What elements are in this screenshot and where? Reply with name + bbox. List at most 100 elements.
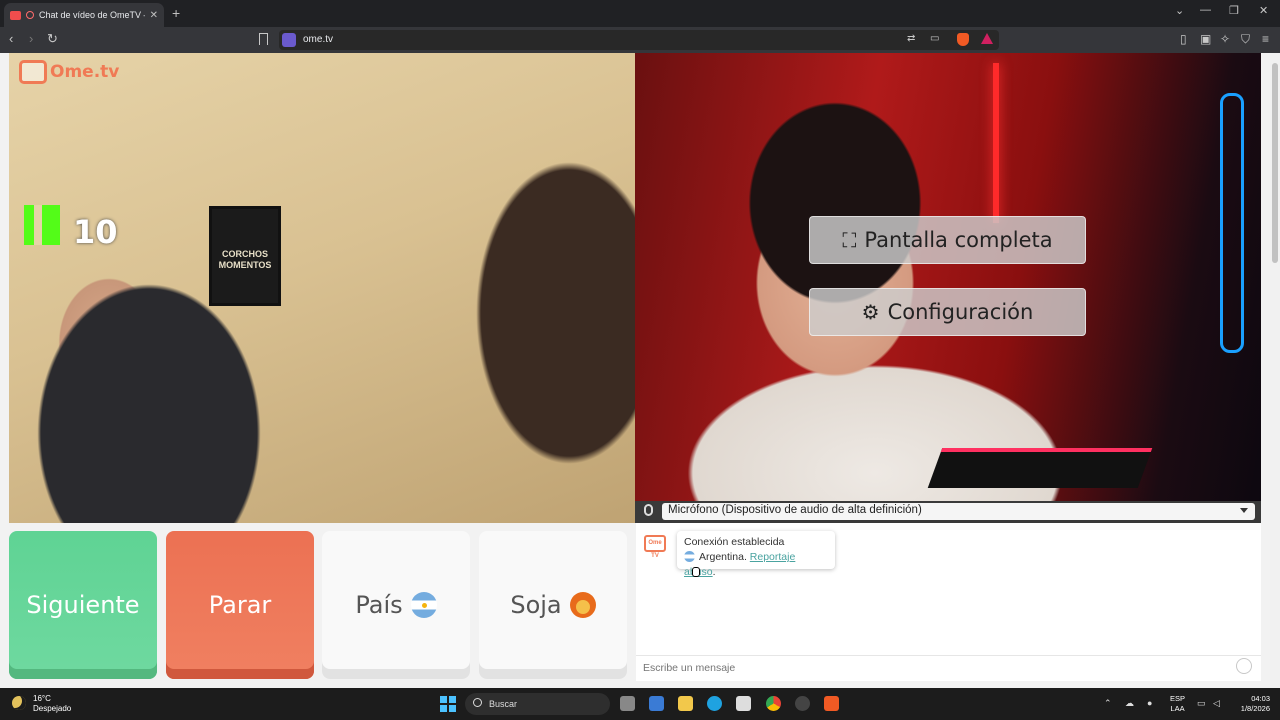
github-icon[interactable]	[795, 696, 810, 711]
bookmark-icon[interactable]	[259, 33, 268, 45]
stranger-video: CORCHOS MOMENTOS Ome.tv 10	[9, 53, 635, 523]
onedrive-icon[interactable]: ☁	[1125, 698, 1134, 709]
partner-country: Argentina.	[699, 551, 747, 563]
search-placeholder: Buscar	[489, 699, 518, 709]
chevron-down-icon	[1240, 508, 1248, 513]
taskbar-search[interactable]: Buscar	[465, 693, 610, 715]
microphone-selected: Micrófono (Dispositivo de audio de alta …	[668, 504, 922, 516]
emoji-icon[interactable]	[1236, 658, 1252, 674]
close-window-button[interactable]: ✕	[1259, 4, 1268, 17]
site-camera-icon	[282, 33, 296, 47]
neon-light	[993, 63, 999, 223]
search-icon	[473, 698, 482, 707]
menu-icon[interactable]: ≡	[1262, 32, 1269, 46]
close-tab-icon[interactable]: ✕	[150, 10, 158, 21]
message-input[interactable]	[643, 660, 1223, 676]
wall-poster: CORCHOS MOMENTOS	[209, 206, 281, 306]
gear-icon: ⚙	[861, 300, 880, 324]
tab-ometv[interactable]: Chat de vídeo de OmeTV — A ✕	[4, 3, 164, 27]
language-top: ESP	[1170, 694, 1186, 703]
monitor-icon[interactable]: ▭	[1197, 698, 1206, 709]
stop-label: Parar	[208, 591, 272, 619]
url-text: ome.tv	[303, 34, 334, 45]
volume-icon[interactable]: ◁	[1213, 698, 1220, 709]
connection-status: Conexión establecida	[684, 536, 785, 548]
clock-time: 04:03	[1251, 694, 1270, 703]
microphone-icon	[644, 504, 653, 516]
task-view-icon[interactable]	[620, 696, 635, 711]
argentina-flag-icon	[410, 592, 437, 618]
chevron-up-icon[interactable]: ⌃	[1104, 698, 1112, 709]
tv-logo-icon	[19, 60, 47, 84]
weather-widget[interactable]: 16°C Despejado	[33, 694, 71, 714]
store-icon[interactable]	[736, 696, 751, 711]
youtube-style-favicon-icon	[10, 10, 21, 20]
windows-start-icon[interactable]	[440, 696, 456, 712]
temperature: 16°C	[33, 694, 51, 703]
clock-date: 1/8/2026	[1240, 704, 1270, 713]
vpn-shield-icon[interactable]: ⛉	[1241, 32, 1250, 47]
stop-button[interactable]: Parar	[166, 531, 314, 679]
browser-toolbar: ‹ › ↻ ome.tv ⇄ ▭ ▯ ▣ ✧ ⛉ ≡	[0, 27, 1280, 53]
reload-icon[interactable]: ↻	[47, 31, 58, 47]
pc-case-light	[1220, 93, 1244, 353]
ometv-page: CORCHOS MOMENTOS Ome.tv 10 ⛶ Pantalla co…	[0, 53, 1280, 688]
mouse-cursor	[692, 567, 700, 577]
widgets-icon[interactable]	[649, 696, 664, 711]
forward-icon[interactable]: ›	[29, 31, 33, 46]
report-suffix: .	[712, 566, 716, 578]
fullscreen-label: Pantalla completa	[864, 228, 1053, 252]
rgb-keyboard	[927, 448, 1153, 488]
brave-shields-icon[interactable]	[957, 33, 969, 46]
leo-ai-icon[interactable]: ✧	[1220, 32, 1230, 46]
gender-label: Soja	[510, 591, 562, 619]
moon-icon[interactable]	[12, 696, 26, 710]
gender-button[interactable]: Soja	[479, 531, 627, 679]
ometv-logo[interactable]: Ome.tv	[19, 60, 119, 84]
country-button[interactable]: País	[322, 531, 470, 679]
brave-icon[interactable]	[824, 696, 839, 711]
back-icon[interactable]: ‹	[9, 31, 13, 46]
scrollbar-thumb[interactable]	[1272, 63, 1278, 263]
country-label: País	[355, 591, 403, 619]
chat-panel: Ome TV Conexión establecida Argentina. R…	[636, 523, 1261, 681]
tab-bar: Chat de vídeo de OmeTV — A ✕ + ⌄ — ❐ ✕	[0, 0, 1280, 27]
minimize-button[interactable]: —	[1200, 4, 1211, 16]
fullscreen-icon: ⛶	[842, 228, 857, 252]
woman-emoji-icon	[569, 592, 596, 618]
windows-taskbar: 16°C Despejado Buscar ⌃ ☁ ● ESP LAA ▭ ◁ …	[0, 688, 1280, 720]
edge-icon[interactable]	[707, 696, 722, 711]
tab-title: Chat de vídeo de OmeTV — A	[39, 10, 145, 20]
microphone-select[interactable]: Micrófono (Dispositivo de audio de alta …	[662, 503, 1255, 520]
chrome-icon[interactable]	[766, 696, 781, 711]
logo-text: Ome.tv	[50, 62, 120, 82]
file-explorer-icon[interactable]	[678, 696, 693, 711]
next-button[interactable]: Siguiente	[9, 531, 157, 679]
restore-button[interactable]: ❐	[1229, 4, 1239, 17]
language-indicator[interactable]: ESP LAA	[1170, 694, 1185, 714]
translate-icon[interactable]: ⇄	[907, 33, 915, 44]
wallet-icon[interactable]: ▣	[1200, 32, 1211, 46]
page-scrollbar[interactable]	[1270, 53, 1280, 688]
settings-button[interactable]: ⚙ Configuración	[809, 288, 1086, 336]
system-clock[interactable]: 04:03 1/8/2026	[1232, 694, 1270, 714]
address-bar[interactable]: ome.tv ⇄ ▭	[279, 30, 999, 50]
cast-icon[interactable]: ▭	[930, 33, 939, 44]
recording-icon	[26, 11, 34, 19]
brave-rewards-icon[interactable]	[981, 33, 993, 44]
microphone-bar: Micrófono (Dispositivo de audio de alta …	[635, 501, 1261, 523]
kick-logo-icon	[24, 205, 60, 245]
self-video: ⛶ Pantalla completa ⚙ Configuración	[635, 53, 1261, 501]
divider	[636, 655, 1261, 656]
fullscreen-button[interactable]: ⛶ Pantalla completa	[809, 216, 1086, 264]
new-tab-button[interactable]: +	[172, 5, 180, 21]
system-message: Conexión establecida Argentina. Reportaj…	[677, 531, 835, 578]
tab-search-dropdown-icon[interactable]: ⌄	[1175, 4, 1184, 17]
sidebar-icon[interactable]: ▯	[1180, 32, 1187, 46]
argentina-flag-icon	[684, 551, 695, 562]
poster-text: CORCHOS MOMENTOS	[218, 249, 272, 270]
chat-ometv-logo: Ome TV	[644, 535, 666, 559]
settings-label: Configuración	[887, 300, 1034, 324]
microphone-tray-icon[interactable]: ●	[1147, 698, 1152, 708]
kick-counter: 10	[73, 213, 118, 251]
